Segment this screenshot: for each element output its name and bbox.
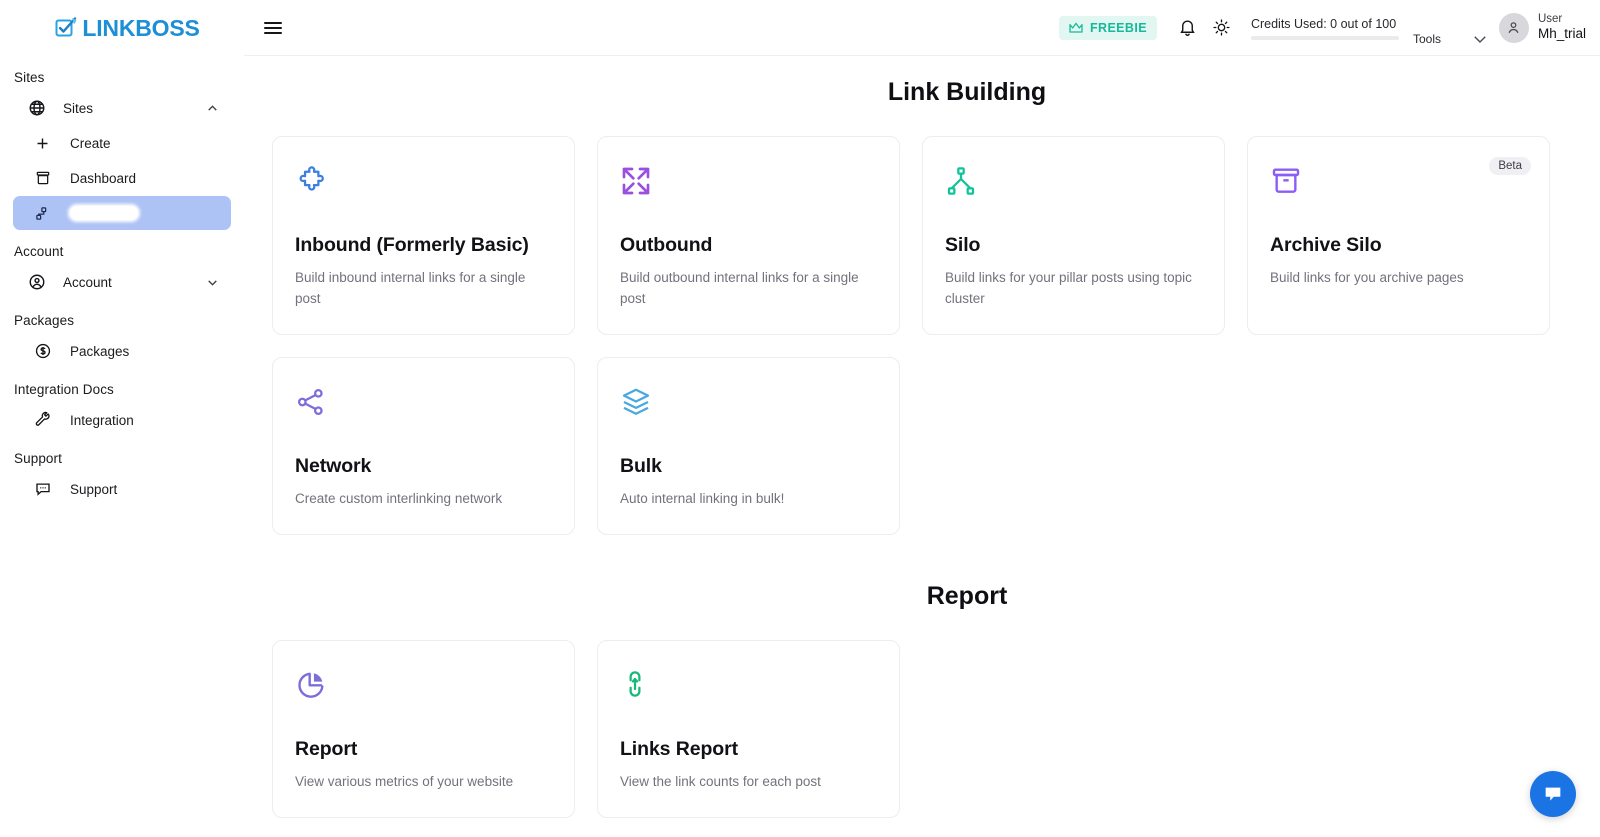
hierarchy-tree-icon <box>945 165 1202 207</box>
sidebar-item-label: Support <box>70 481 118 497</box>
card-title: Inbound (Formerly Basic) <box>295 234 529 256</box>
app-root: LINKBOSS Sites Sites Create Dashboard Ac… <box>0 0 1600 837</box>
person-icon <box>1508 22 1519 34</box>
sidebar-item-integration[interactable]: Integration <box>13 403 231 437</box>
card-description: View various metrics of your website <box>295 773 514 789</box>
layers-icon <box>620 386 877 428</box>
sidebar-item-support[interactable]: Support <box>13 472 231 506</box>
sidebar-item-label: Dashboard <box>70 170 137 186</box>
chevron-up-icon[interactable] <box>206 102 219 115</box>
sidebar-section-sites: Sites <box>14 70 45 85</box>
card-silo[interactable]: Silo Build links for your pillar posts u… <box>922 136 1225 335</box>
plan-badge-label: FREEBIE <box>1089 20 1147 35</box>
chat-dots-icon <box>33 480 52 499</box>
card-description: Build outbound internal links for a sing… <box>620 270 859 306</box>
expand-arrows-icon <box>620 165 877 207</box>
card-description: Build links for your pillar posts using … <box>945 270 1192 306</box>
link-icon <box>620 669 877 711</box>
status-badge: Beta <box>1489 157 1531 175</box>
user-name: Mh_trial <box>1537 26 1586 42</box>
card-inbound[interactable]: Inbound (Formerly Basic) Build inbound i… <box>272 136 575 335</box>
wrench-icon <box>33 411 52 430</box>
card-description: Create custom interlinking network <box>295 490 503 506</box>
card-links-report[interactable]: Links Report View the link counts for ea… <box>597 639 900 818</box>
logo-mark-icon <box>55 17 77 37</box>
pie-chart-icon <box>295 669 552 711</box>
sidebar-item-dashboard[interactable]: Dashboard <box>13 161 231 195</box>
chevron-down-icon[interactable] <box>1471 30 1489 48</box>
user-menu[interactable]: User Mh_trial <box>1498 12 1586 43</box>
tools-label: Tools <box>1412 31 1441 46</box>
chat-widget-button[interactable] <box>1530 771 1576 817</box>
card-title: Bulk <box>620 454 662 477</box>
card-title: Network <box>295 454 372 477</box>
chevron-down-icon[interactable] <box>206 276 219 289</box>
hamburger-icon[interactable] <box>264 19 286 37</box>
page-title: Link Building <box>887 78 1047 106</box>
sidebar-item-create[interactable]: Create <box>13 126 231 160</box>
card-title: Report <box>295 737 358 760</box>
sidebar-item-label: Integration <box>70 412 134 428</box>
sidebar-section-packages: Packages <box>14 313 75 328</box>
sidebar-item-label: Create <box>70 135 111 151</box>
card-description: Build links for you archive pages <box>1270 270 1464 285</box>
avatar <box>1498 12 1529 43</box>
card-archive-silo[interactable]: Beta Archive Silo Build links for you ar… <box>1247 136 1550 335</box>
archive-icon <box>1270 165 1527 207</box>
sidebar-item-sites[interactable]: Sites <box>13 91 231 125</box>
report-section-title: Report <box>926 581 1008 610</box>
credits-progress-bar <box>1250 36 1399 40</box>
dollar-circle-icon <box>33 342 52 361</box>
link-building-card-grid: Inbound (Formerly Basic) Build inbound i… <box>244 136 1578 535</box>
sidebar-item-account[interactable]: Account <box>13 265 231 299</box>
bell-icon[interactable] <box>1171 11 1205 45</box>
credits-text: Credits Used: 0 out of 100 <box>1250 17 1397 31</box>
sidebar-section-account: Account <box>14 244 64 259</box>
card-description: Auto internal linking in bulk! <box>620 490 785 506</box>
card-report[interactable]: Report View various metrics of your webs… <box>272 639 575 818</box>
sun-icon[interactable] <box>1205 11 1239 45</box>
sidebar: LINKBOSS Sites Sites Create Dashboard Ac… <box>0 0 244 837</box>
archive-box-icon <box>33 169 52 188</box>
card-description: Build inbound internal links for a singl… <box>295 270 526 306</box>
report-card-grid: Report View various metrics of your webs… <box>244 639 1578 818</box>
card-bulk[interactable]: Bulk Auto internal linking in bulk! <box>597 356 900 535</box>
tools-menu[interactable]: Tools <box>1413 0 1489 56</box>
share-nodes-icon <box>295 386 552 428</box>
card-outbound[interactable]: Outbound Build outbound internal links f… <box>597 136 900 335</box>
card-title: Silo <box>945 234 981 256</box>
sidebar-item-label: Sites <box>63 100 94 116</box>
sidebar-item-label: Packages <box>70 343 130 359</box>
card-title: Links Report <box>620 737 738 760</box>
globe-icon <box>27 99 46 118</box>
topbar: FREEBIE Credits Used: 0 out of 100 Tools… <box>244 0 1600 56</box>
sidebar-section-support: Support <box>14 451 62 466</box>
credits-meter: Credits Used: 0 out of 100 <box>1250 15 1403 40</box>
user-circle-icon <box>27 273 46 292</box>
topbar-right: FREEBIE Credits Used: 0 out of 100 Tools… <box>1058 0 1586 56</box>
sidebar-item-label: Account <box>63 274 112 290</box>
logo[interactable]: LINKBOSS <box>0 0 244 56</box>
card-description: View the link counts for each post <box>620 773 821 789</box>
card-title: Outbound <box>620 234 713 256</box>
card-network[interactable]: Network Create custom interlinking netwo… <box>272 356 575 535</box>
chat-bubble-icon <box>1545 787 1561 801</box>
user-role: User <box>1537 13 1563 26</box>
sidebar-section-integration-docs: Integration Docs <box>14 382 114 397</box>
sidebar-item-packages[interactable]: Packages <box>13 334 231 368</box>
puzzle-piece-icon <box>295 165 552 207</box>
logo-text: LINKBOSS <box>82 14 200 41</box>
redacted-label <box>70 206 138 220</box>
plus-icon <box>33 134 52 153</box>
main-area: FREEBIE Credits Used: 0 out of 100 Tools… <box>244 0 1600 837</box>
card-title: Archive Silo <box>1270 234 1382 256</box>
plan-badge[interactable]: FREEBIE <box>1058 15 1157 40</box>
sidebar-item-active-redacted[interactable] <box>13 196 231 230</box>
content: Link Building Inbound (Formerly Basic) B… <box>244 56 1600 837</box>
crown-icon <box>1069 22 1083 33</box>
sitemap-icon <box>33 204 52 223</box>
